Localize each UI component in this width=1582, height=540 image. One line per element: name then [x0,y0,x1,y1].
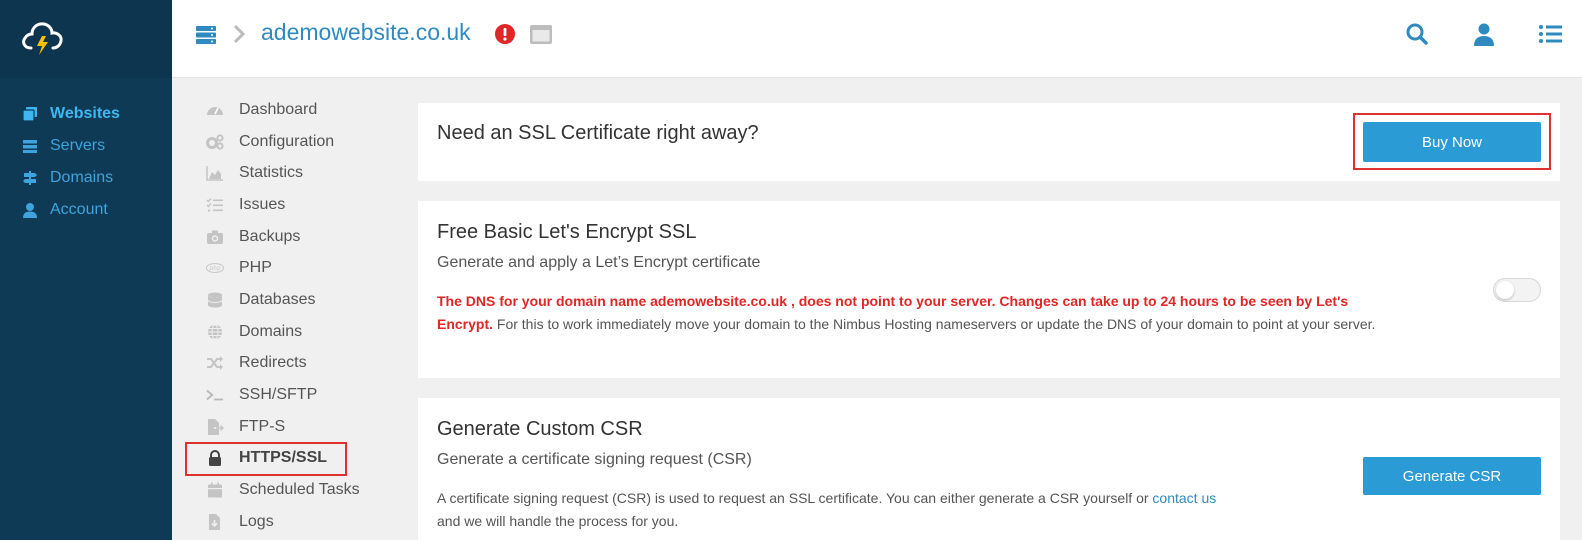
terminal-icon [206,387,224,403]
window-icon[interactable] [530,25,552,44]
area-chart-icon [206,165,224,181]
section-nav-label: Configuration [239,132,335,150]
section-nav-label: FTP-S [239,417,286,435]
section-nav-configuration[interactable]: Configuration [172,126,408,158]
app-nav-label: Domains [50,169,114,186]
csr-card: Generate Custom CSR Generate a certifica… [418,398,1560,540]
letsencrypt-subtitle: Generate and apply a Let’s Encrypt certi… [437,254,761,271]
section-nav-dashboard[interactable]: Dashboard [172,94,408,126]
csr-body-text: A certificate signing request (CSR) is u… [437,490,1153,506]
section-nav-issues[interactable]: Issues [172,189,408,221]
websites-icon [22,106,38,122]
cogs-icon [206,133,224,150]
section-nav-https-ssl[interactable]: HTTPS/SSL [172,443,408,475]
site-name[interactable]: ademowebsite.co.uk [261,19,471,46]
dashboard-icon [206,102,224,118]
dns-info-text: For this to work immediately move your d… [493,316,1376,332]
ssl-offer-title: Need an SSL Certificate right away? [437,122,759,144]
user-icon[interactable] [1472,22,1496,46]
app-sidebar: Websites Servers Domains Account [0,0,172,540]
section-nav-label: Redirects [239,354,307,372]
section-nav-ssh-sftp[interactable]: SSH/SFTP [172,379,408,411]
csr-body-text-end: and we will handle the process for you. [437,513,679,529]
csr-subtitle: Generate a certificate signing request (… [437,451,752,468]
account-icon [22,202,38,218]
generate-csr-button[interactable]: Generate CSR [1363,457,1541,495]
logo-area [0,0,172,78]
servers-icon [22,138,38,154]
ssl-offer-card: Need an SSL Certificate right away? Buy … [418,103,1560,181]
file-export-icon [206,418,224,435]
letsencrypt-toggle[interactable] [1493,278,1541,302]
section-nav-scheduled-tasks[interactable]: Scheduled Tasks [172,474,408,506]
csr-title: Generate Custom CSR [437,418,643,440]
section-nav-label: HTTPS/SSL [239,449,328,467]
section-nav-label: Scheduled Tasks [239,481,360,499]
section-nav-label: Statistics [239,164,304,182]
section-nav-domains[interactable]: Domains [172,316,408,348]
buy-now-button[interactable]: Buy Now [1363,122,1541,162]
app-nav-domains[interactable]: Domains [0,162,172,194]
section-nav-label: Databases [239,290,316,308]
globe-icon [206,324,224,340]
app-nav-label: Websites [50,105,120,122]
letsencrypt-card: Free Basic Let's Encrypt SSL Generate an… [418,201,1560,378]
section-sidebar: Dashboard Configuration Statistics Issue… [172,79,408,540]
lock-icon [206,450,224,467]
section-nav-php[interactable]: php PHP [172,252,408,284]
section-nav-label: Issues [239,195,286,213]
section-nav-redirects[interactable]: Redirects [172,348,408,380]
alert-icon[interactable] [495,24,515,44]
section-nav-databases[interactable]: Databases [172,284,408,316]
app-nav-servers[interactable]: Servers [0,130,172,162]
section-nav-label: Backups [239,227,301,245]
section-nav-label: PHP [239,259,272,277]
search-icon[interactable] [1405,22,1429,46]
file-download-icon [206,513,224,530]
app-nav-label: Account [50,201,108,218]
server-icon[interactable] [196,26,216,44]
calendar-icon [206,482,224,498]
app-nav-account[interactable]: Account [0,194,172,226]
svg-text:php: php [208,267,220,273]
domains-icon [22,170,38,186]
app-nav-websites[interactable]: Websites [0,98,172,130]
toggle-knob [1496,281,1514,299]
section-nav-ftp-s[interactable]: FTP-S [172,411,408,443]
section-nav-label: Domains [239,322,303,340]
app-nav-label: Servers [50,137,106,154]
php-icon: php [206,260,224,276]
list-icon[interactable] [1538,22,1562,46]
letsencrypt-message: The DNS for your domain name ademowebsit… [437,290,1377,336]
contact-us-link[interactable]: contact us [1152,490,1216,506]
section-nav-label: SSH/SFTP [239,386,318,404]
camera-icon [206,229,224,245]
cloud-lightning-logo-icon[interactable] [20,18,66,58]
random-icon [206,355,224,371]
section-nav-label: Logs [239,512,274,530]
letsencrypt-title: Free Basic Let's Encrypt SSL [437,221,697,243]
top-bar: ademowebsite.co.uk [172,0,1582,78]
chevron-right-icon [233,24,246,44]
section-nav-statistics[interactable]: Statistics [172,157,408,189]
tasks-icon [206,197,224,213]
database-icon [206,292,224,308]
section-nav-backups[interactable]: Backups [172,221,408,253]
section-nav-label: Dashboard [239,100,318,118]
csr-description: A certificate signing request (CSR) is u… [437,487,1277,533]
section-nav-logs[interactable]: Logs [172,506,408,538]
